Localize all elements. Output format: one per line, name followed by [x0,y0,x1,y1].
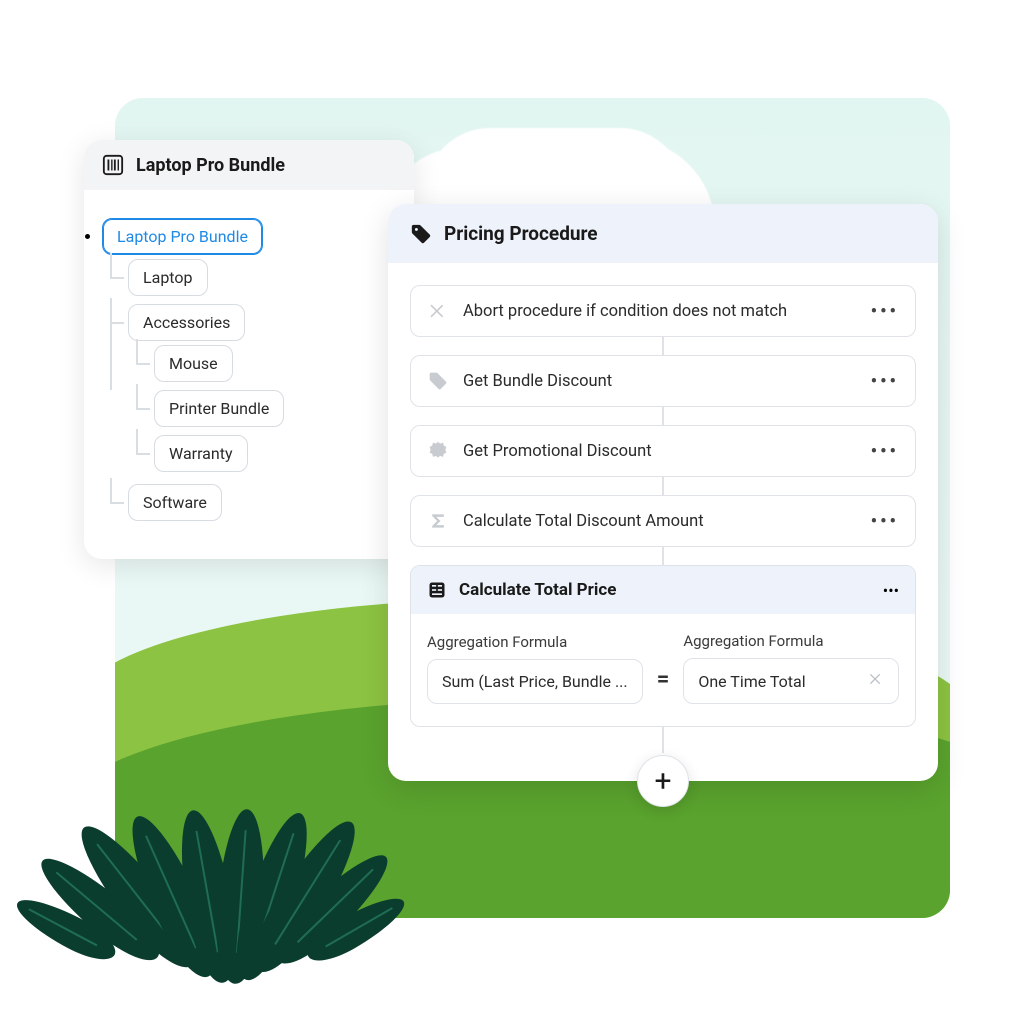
aggregation-left-text: Sum (Last Price, Bundle ... [442,672,628,691]
abort-icon [427,300,449,322]
clear-icon[interactable] [868,671,884,691]
step-total-discount-more[interactable]: ••• [871,511,899,532]
tag-icon [410,223,432,245]
equals-sign: = [657,667,670,704]
aggregation-right-label: Aggregation Formula [683,632,899,650]
connector [662,547,664,565]
badge-icon [427,440,449,462]
aggregation-left-label: Aggregation Formula [427,633,643,651]
step-total-discount[interactable]: Calculate Total Discount Amount ••• [410,495,916,547]
pricing-title: Pricing Procedure [444,222,598,245]
aggregation-right-text: One Time Total [698,672,805,691]
step-total-price: Calculate Total Price ••• Aggregation Fo… [410,565,916,727]
tree-item-accessories[interactable]: Accessories [128,304,245,341]
barcode-icon [102,154,124,176]
step-abort-label: Abort procedure if condition does not ma… [463,302,857,321]
tree-root[interactable]: Laptop Pro Bundle [102,218,263,255]
pricing-header: Pricing Procedure [388,204,938,263]
step-promo-label: Get Promotional Discount [463,442,857,461]
tree-item-mouse[interactable]: Mouse [154,345,233,382]
step-promo-more[interactable]: ••• [871,441,899,462]
connector [662,477,664,495]
step-abort[interactable]: Abort procedure if condition does not ma… [410,285,916,337]
tree-item-laptop[interactable]: Laptop [128,259,208,296]
bundle-title: Laptop Pro Bundle [136,155,285,176]
tree-item-printer-bundle[interactable]: Printer Bundle [154,390,284,427]
bundle-tree: Laptop Pro Bundle Laptop Accessories Mou… [84,190,414,559]
step-bundle-label: Get Bundle Discount [463,372,857,391]
step-total-discount-label: Calculate Total Discount Amount [463,512,857,531]
connector [662,727,664,753]
step-total-price-more[interactable]: ••• [883,581,899,600]
connector [662,337,664,355]
step-bundle-discount[interactable]: Get Bundle Discount ••• [410,355,916,407]
tree-item-warranty[interactable]: Warranty [154,435,248,472]
step-total-price-label: Calculate Total Price [459,580,871,600]
bundle-header: Laptop Pro Bundle [84,140,414,190]
sigma-icon [427,510,449,532]
tree-item-software[interactable]: Software [128,484,222,521]
add-step-button[interactable]: + [637,755,689,807]
aggregation-left-value[interactable]: Sum (Last Price, Bundle ... [427,659,643,704]
step-abort-more[interactable]: ••• [871,301,899,322]
connector [662,407,664,425]
aggregation-right-value[interactable]: One Time Total [683,658,899,704]
bundle-card: Laptop Pro Bundle Laptop Pro Bundle Lapt… [84,140,414,559]
aggregation-left: Aggregation Formula Sum (Last Price, Bun… [427,633,643,704]
tag-outline-icon [427,370,449,392]
aggregation-right: Aggregation Formula One Time Total [683,632,899,704]
calculator-icon [427,580,447,600]
pricing-card: Pricing Procedure Abort procedure if con… [388,204,938,781]
step-bundle-more[interactable]: ••• [871,371,899,392]
step-promo-discount[interactable]: Get Promotional Discount ••• [410,425,916,477]
step-total-price-header[interactable]: Calculate Total Price ••• [411,566,915,614]
